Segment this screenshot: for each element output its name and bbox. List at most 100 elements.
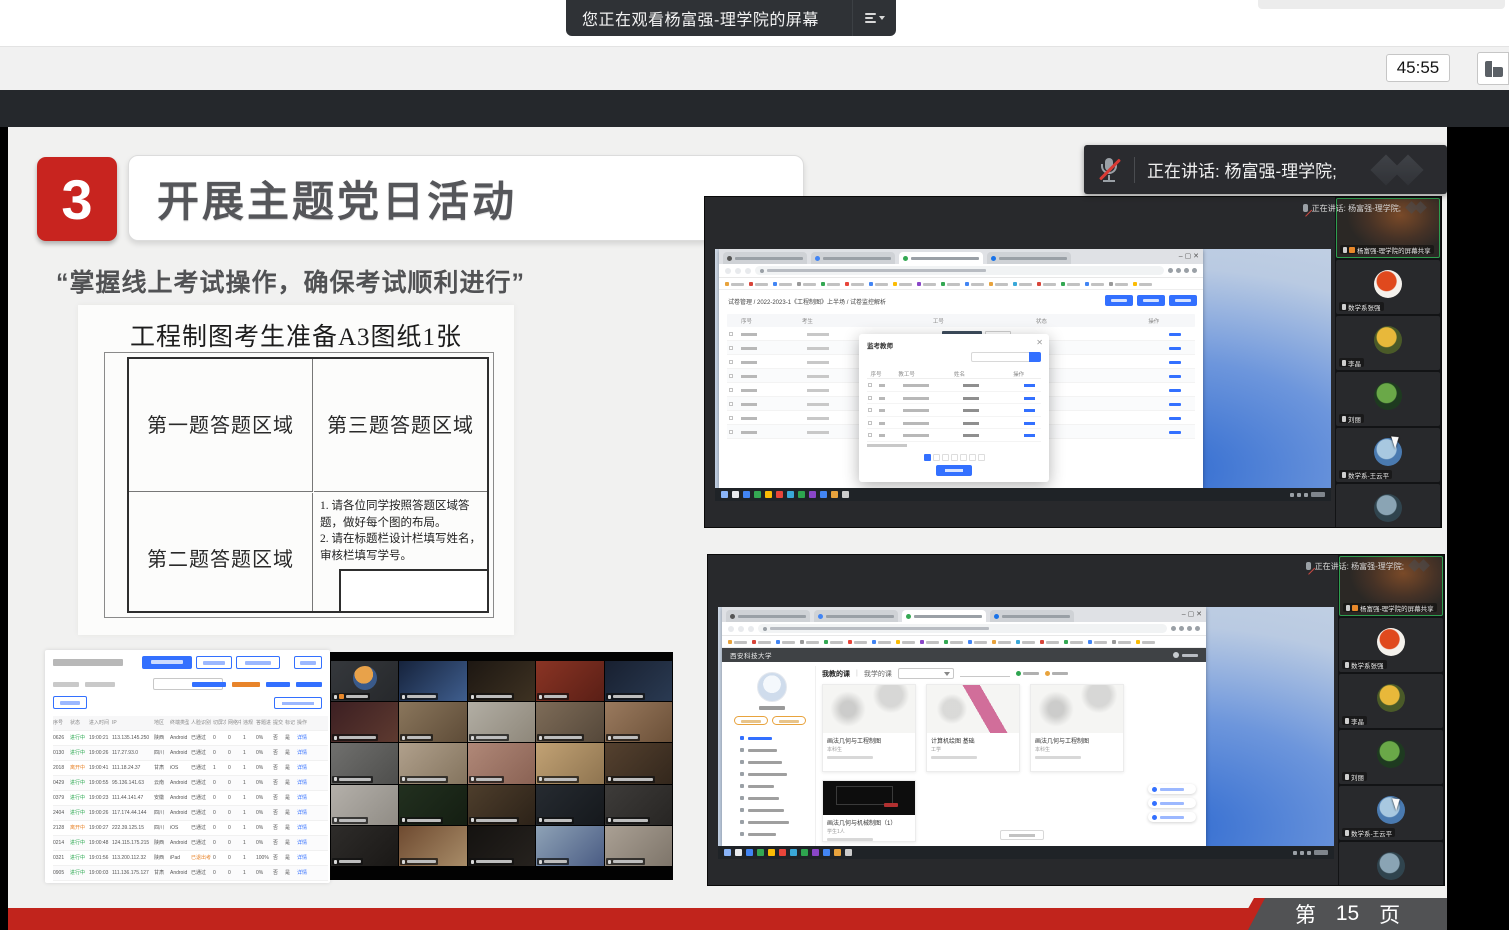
row-checkbox[interactable] (729, 374, 733, 378)
student-video-tile[interactable] (605, 702, 672, 742)
bookmark-item[interactable] (1112, 640, 1131, 644)
taskbar-app-icon[interactable] (834, 849, 841, 856)
table-row[interactable]: 2018离开中19:00:41111.18.24.37甘肃iOS已通过1010%… (53, 761, 328, 776)
bookmark-item[interactable] (1109, 282, 1128, 286)
row-checkbox[interactable] (868, 383, 872, 387)
sidebar-menu-item[interactable] (732, 828, 811, 840)
browser-tab[interactable] (990, 610, 1074, 622)
taskbar-app-icon[interactable] (765, 491, 772, 498)
monitor-button[interactable] (294, 656, 322, 669)
monitor-button[interactable] (236, 656, 280, 669)
action-link[interactable] (1024, 422, 1035, 425)
taskbar-app-icon[interactable] (801, 849, 808, 856)
action-link[interactable] (1024, 409, 1035, 412)
sidebar-menu-item[interactable] (732, 816, 811, 828)
help-pill-button[interactable] (1148, 812, 1196, 822)
table-row[interactable]: 0214进行中19:00:48124.115.175.215陕西Android已… (53, 836, 328, 851)
student-video-tile[interactable] (536, 661, 603, 701)
sidebar-menu-item[interactable] (732, 780, 811, 792)
table-row[interactable] (867, 417, 1041, 430)
action-link[interactable] (1169, 389, 1181, 392)
row-checkbox[interactable] (729, 332, 733, 336)
bookmark-item[interactable] (917, 282, 936, 286)
bookmark-item[interactable] (1037, 282, 1056, 286)
bookmark-item[interactable] (845, 282, 864, 286)
help-pill-button[interactable] (1148, 798, 1196, 808)
student-video-tile[interactable] (399, 661, 466, 701)
bookmark-item[interactable] (1136, 640, 1155, 644)
bookmark-item[interactable] (965, 282, 984, 286)
student-video-tile[interactable] (536, 743, 603, 783)
bookmark-item[interactable] (872, 640, 891, 644)
table-row[interactable]: 2404进行中19:00:26117.174.44.144四川Android已通… (53, 806, 328, 821)
bookmark-item[interactable] (728, 640, 747, 644)
bookmark-item[interactable] (752, 640, 771, 644)
page-button[interactable] (1169, 295, 1197, 306)
row-checkbox[interactable] (868, 396, 872, 400)
window-controls[interactable]: – ▢ ✕ (1182, 610, 1202, 620)
tab-my-teaching[interactable]: 我教的课 (822, 669, 850, 679)
back-icon[interactable] (725, 268, 731, 274)
student-video-tile[interactable] (605, 743, 672, 783)
taskbar-app-icon[interactable] (845, 849, 852, 856)
participant-tile[interactable]: 刘丽 (1339, 730, 1443, 784)
sidebar-menu-item[interactable] (732, 744, 811, 756)
action-link[interactable] (1169, 431, 1181, 434)
semester-select[interactable] (898, 668, 954, 679)
participant-tile[interactable]: 数学系张强 (1339, 618, 1443, 672)
taskbar-app-icon[interactable] (820, 491, 827, 498)
taskbar-app-icon[interactable] (768, 849, 775, 856)
student-video-tile[interactable] (399, 702, 466, 742)
student-video-tile[interactable] (468, 661, 535, 701)
export-button[interactable] (53, 696, 87, 709)
banner-menu-button[interactable] (852, 0, 896, 36)
bookmark-item[interactable] (869, 282, 888, 286)
sidebar-menu-item[interactable] (732, 732, 811, 744)
sidebar-menu-item[interactable] (732, 756, 811, 768)
student-video-tile[interactable] (468, 743, 535, 783)
sidebar-menu-item[interactable] (732, 792, 811, 804)
help-pill-button[interactable] (1148, 784, 1196, 794)
bookmark-item[interactable] (893, 282, 912, 286)
course-card[interactable]: 画法几何与工程制图本科生 (1030, 684, 1124, 772)
table-row[interactable]: 0130进行中19:00:26117.27.93.0四川Android已通过00… (53, 746, 328, 761)
bookmark-item[interactable] (776, 640, 795, 644)
bookmark-item[interactable] (1016, 640, 1035, 644)
taskbar-app-icon[interactable] (812, 849, 819, 856)
load-more-button[interactable] (1000, 830, 1044, 840)
page-button[interactable] (1105, 295, 1133, 306)
address-bar[interactable] (755, 266, 1164, 275)
fullscreen-monitor-button[interactable] (274, 697, 322, 709)
forward-icon[interactable] (738, 626, 744, 632)
participant-tile[interactable] (1336, 484, 1440, 527)
participant-tile[interactable]: 数学系张强 (1336, 260, 1440, 314)
student-video-tile[interactable] (536, 785, 603, 825)
taskbar-app-icon[interactable] (798, 491, 805, 498)
taskbar-app-icon[interactable] (757, 849, 764, 856)
student-video-tile[interactable] (468, 826, 535, 866)
student-video-tile[interactable] (605, 785, 672, 825)
window-controls[interactable]: – ▢ ✕ (1179, 252, 1199, 262)
sidebar-menu-item[interactable] (732, 804, 811, 816)
bookmark-item[interactable] (968, 640, 987, 644)
action-link[interactable] (1169, 375, 1181, 378)
taskbar-app-icon[interactable] (754, 491, 761, 498)
bookmark-item[interactable] (896, 640, 915, 644)
forward-icon[interactable] (735, 268, 741, 274)
bookmark-item[interactable] (944, 640, 963, 644)
search-input[interactable] (960, 676, 1010, 677)
confirm-button[interactable] (936, 465, 972, 476)
student-video-tile[interactable] (331, 702, 398, 742)
student-video-tile[interactable] (536, 702, 603, 742)
address-bar[interactable] (758, 624, 1167, 633)
profile-pill-button[interactable] (772, 716, 806, 725)
browser-extension-icons[interactable] (1168, 268, 1197, 273)
taskbar-app-icon[interactable] (787, 491, 794, 498)
monitor-primary-button[interactable] (142, 656, 192, 669)
row-checkbox[interactable] (729, 416, 733, 420)
bookmark-item[interactable] (1085, 282, 1104, 286)
table-row[interactable] (867, 429, 1041, 442)
bookmark-item[interactable] (824, 640, 843, 644)
link-item[interactable] (1045, 671, 1068, 676)
action-link[interactable] (1024, 397, 1035, 400)
